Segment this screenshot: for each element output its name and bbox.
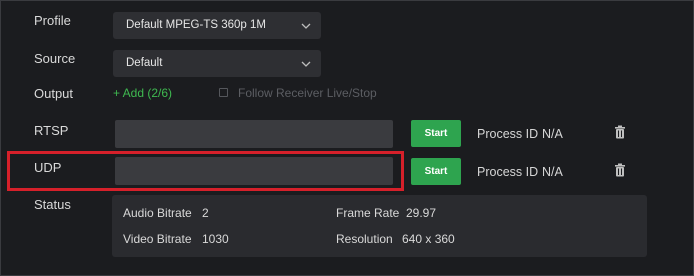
follow-receiver-label[interactable]: Follow Receiver Live/Stop <box>238 86 377 100</box>
profile-label: Profile <box>34 13 71 28</box>
rtsp-process-id-value: N/A <box>542 127 563 141</box>
trash-icon[interactable] <box>614 125 626 139</box>
status-panel: Audio Bitrate 2 Frame Rate 29.97 Video B… <box>112 195 647 257</box>
udp-process-id-value: N/A <box>542 165 563 179</box>
frame-rate-label: Frame Rate <box>336 206 400 220</box>
source-select-value: Default <box>126 57 163 69</box>
settings-panel: Profile Default MPEG-TS 360p 1M Source D… <box>0 0 694 276</box>
video-bitrate-value: 1030 <box>202 232 229 246</box>
source-label: Source <box>34 51 76 66</box>
chevron-down-icon <box>301 12 311 39</box>
rtsp-url-field[interactable] <box>115 120 393 148</box>
profile-select-value: Default MPEG-TS 360p 1M <box>126 19 266 31</box>
udp-process-id-label: Process ID <box>477 165 539 179</box>
follow-receiver-checkbox[interactable] <box>219 88 228 97</box>
resolution-label: Resolution <box>336 232 393 246</box>
add-output-link[interactable]: + Add (2/6) <box>113 86 172 100</box>
source-select[interactable]: Default <box>113 50 321 77</box>
profile-select[interactable]: Default MPEG-TS 360p 1M <box>113 12 321 39</box>
rtsp-process-id-label: Process ID <box>477 127 539 141</box>
audio-bitrate-value: 2 <box>202 206 209 220</box>
udp-highlight-box <box>7 151 404 191</box>
rtsp-start-button[interactable]: Start <box>411 120 461 147</box>
trash-icon[interactable] <box>614 163 626 177</box>
rtsp-url-input[interactable] <box>115 120 393 148</box>
status-label: Status <box>34 197 71 212</box>
frame-rate-value: 29.97 <box>406 206 437 220</box>
output-label: Output <box>34 86 74 101</box>
rtsp-label: RTSP <box>34 123 69 138</box>
udp-start-button[interactable]: Start <box>411 158 461 185</box>
audio-bitrate-label: Audio Bitrate <box>123 206 192 220</box>
resolution-value: 640 x 360 <box>402 232 455 246</box>
chevron-down-icon <box>301 50 311 77</box>
video-bitrate-label: Video Bitrate <box>123 232 192 246</box>
